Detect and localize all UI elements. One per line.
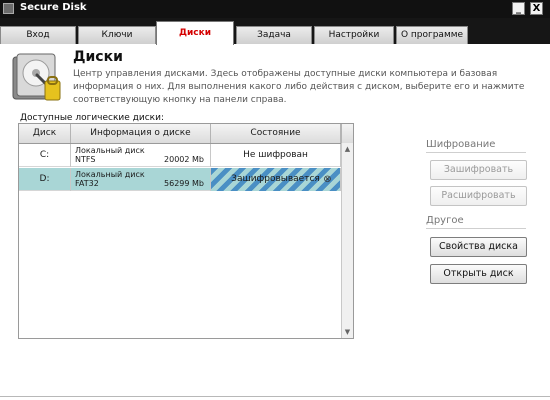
disk-letter: D: bbox=[19, 168, 71, 191]
table-row[interactable]: C: Локальный диск NTFS 20002 Mb Не шифро… bbox=[19, 144, 341, 167]
minimize-button[interactable]: _ bbox=[512, 2, 525, 15]
encrypt-button[interactable]: Зашифровать bbox=[430, 160, 527, 180]
column-header-disk[interactable]: Диск bbox=[19, 124, 71, 143]
table-scrollbar[interactable]: ▲ ▼ bbox=[341, 143, 353, 338]
tab-disks[interactable]: Диски bbox=[156, 21, 234, 45]
encryption-section-label: Шифрование bbox=[426, 139, 496, 150]
divider bbox=[0, 396, 550, 397]
app-icon bbox=[3, 3, 14, 14]
scroll-up-icon[interactable]: ▲ bbox=[342, 143, 353, 155]
cancel-icon[interactable]: ⊗ bbox=[322, 174, 333, 185]
decrypt-button[interactable]: Расшифровать bbox=[430, 186, 527, 206]
disks-table: Диск Информация о диске Состояние C: Лок… bbox=[18, 123, 354, 339]
column-header-info[interactable]: Информация о диске bbox=[71, 124, 211, 143]
header-corner bbox=[341, 124, 353, 143]
tab-bar: Вход Ключи Диски Задача Настройки О прог… bbox=[0, 18, 550, 45]
disk-state-text: Не шифрован bbox=[243, 150, 308, 160]
disk-size: 20002 Mb bbox=[164, 155, 204, 164]
tab-login[interactable]: Вход bbox=[0, 26, 76, 44]
tab-settings[interactable]: Настройки bbox=[314, 26, 394, 44]
table-header: Диск Информация о диске Состояние bbox=[19, 124, 341, 144]
disks-list-label: Доступные логические диски: bbox=[20, 113, 164, 123]
tab-keys[interactable]: Ключи bbox=[78, 26, 156, 44]
disk-info: Локальный диск NTFS 20002 Mb bbox=[71, 144, 211, 167]
divider bbox=[426, 228, 526, 229]
title-bar: Secure Disk _ X bbox=[0, 0, 550, 18]
table-row[interactable]: D: Локальный диск FAT32 56299 Mb Зашифро… bbox=[19, 168, 341, 191]
open-disk-button[interactable]: Открыть диск bbox=[430, 264, 527, 284]
divider bbox=[426, 152, 526, 153]
disk-info: Локальный диск FAT32 56299 Mb bbox=[71, 168, 211, 191]
scroll-down-icon[interactable]: ▼ bbox=[342, 326, 353, 338]
close-button[interactable]: X bbox=[530, 2, 543, 15]
tab-about[interactable]: О программе bbox=[396, 26, 468, 44]
disk-properties-button[interactable]: Свойства диска bbox=[430, 237, 527, 257]
disk-state: Не шифрован bbox=[211, 144, 341, 167]
disk-state-text: Зашифровывается bbox=[231, 174, 320, 184]
disk-name: Локальный диск bbox=[75, 170, 145, 179]
tab-task[interactable]: Задача bbox=[236, 26, 312, 44]
disk-filesystem: NTFS bbox=[75, 155, 96, 164]
window-title: Secure Disk bbox=[20, 2, 87, 13]
disk-letter: C: bbox=[19, 144, 71, 167]
disk-drive-icon bbox=[12, 53, 61, 101]
column-header-state[interactable]: Состояние bbox=[211, 124, 341, 143]
disk-filesystem: FAT32 bbox=[75, 179, 99, 188]
disk-name: Локальный диск bbox=[75, 146, 145, 155]
page-title: Диски bbox=[73, 49, 123, 65]
disk-size: 56299 Mb bbox=[164, 179, 204, 188]
other-section-label: Другое bbox=[426, 215, 464, 226]
disk-state-progress: Зашифровывается ⊗ bbox=[211, 168, 341, 191]
page-description: Центр управления дисками. Здесь отображе… bbox=[73, 69, 525, 105]
